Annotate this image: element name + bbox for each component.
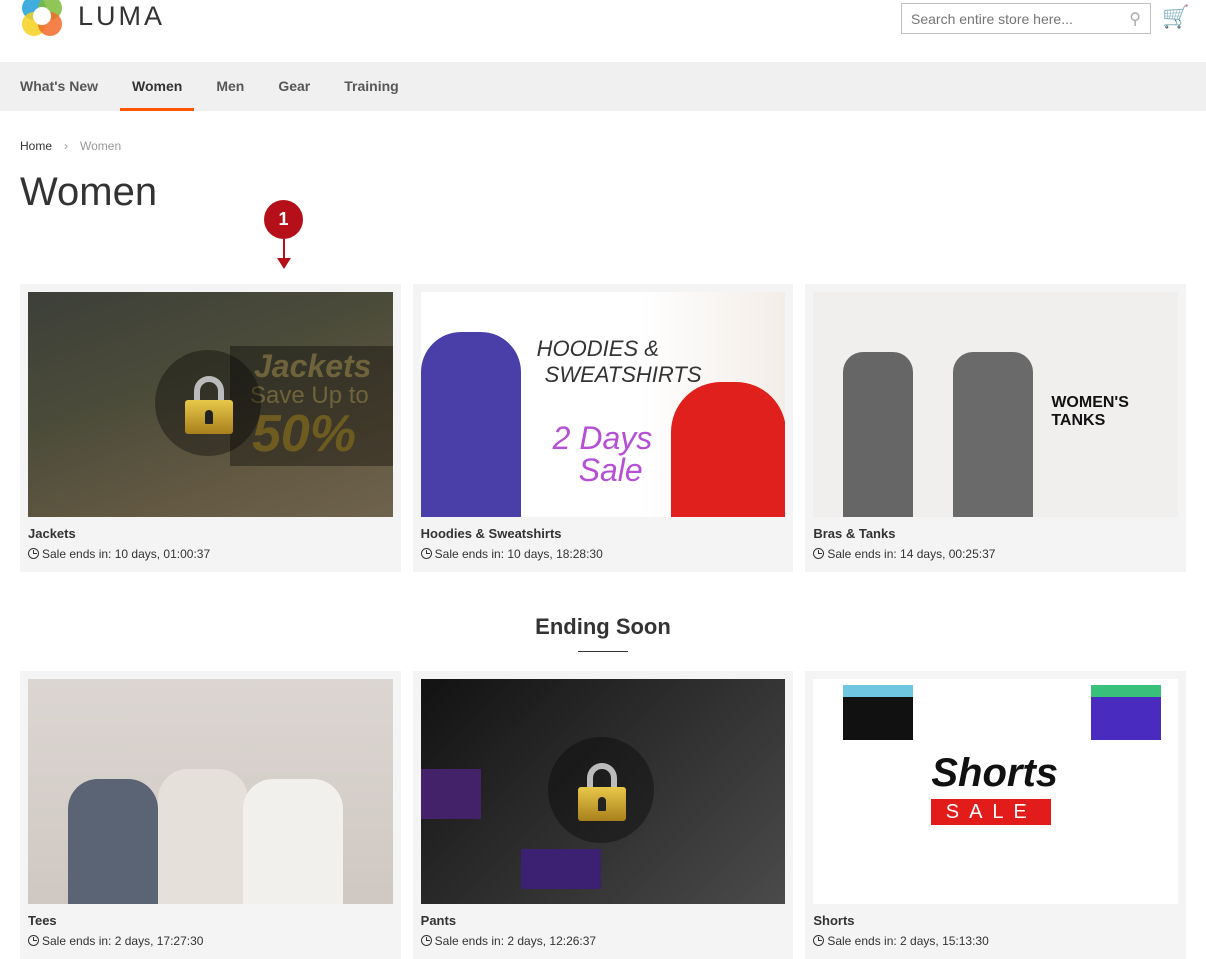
- search-input[interactable]: [911, 10, 1130, 27]
- sale-countdown: Sale ends in: 10 days, 18:28:30: [420, 547, 786, 561]
- chevron-right-icon: ›: [64, 139, 69, 153]
- arrow-down-icon: [277, 258, 291, 269]
- category-card-jackets[interactable]: Jackets Save Up to 50% Jackets Sale ends…: [20, 284, 401, 572]
- sale-countdown: Sale ends in: 2 days, 15:13:30: [813, 934, 1178, 948]
- cart-icon[interactable]: 🛒: [1162, 4, 1189, 30]
- lock-icon: [185, 376, 233, 434]
- clock-icon: [28, 935, 39, 946]
- nav-gear[interactable]: Gear: [261, 62, 327, 111]
- page-title: Women: [20, 170, 158, 214]
- breadcrumb-home[interactable]: Home: [20, 139, 52, 153]
- card-title[interactable]: Jackets: [28, 526, 393, 541]
- logo-text: LUMA: [78, 0, 166, 31]
- category-grid-ending-soon: Tees Sale ends in: 2 days, 17:27:30 Pant…: [20, 671, 1186, 959]
- shorts-image[interactable]: Shorts SALE: [813, 679, 1178, 904]
- jackets-image[interactable]: Jackets Save Up to 50%: [28, 292, 393, 517]
- search-box[interactable]: ⚲: [901, 3, 1151, 34]
- category-card-hoodies[interactable]: HOODIES & SWEATSHIRTS 2 Days Sale Hoodie…: [412, 284, 794, 572]
- luma-logo-icon: [20, 0, 64, 38]
- clock-icon: [813, 548, 825, 559]
- sale-countdown: Sale ends in: 2 days, 17:27:30: [28, 934, 393, 948]
- nav-women[interactable]: Women: [115, 62, 199, 111]
- clock-icon: [28, 548, 39, 559]
- logo[interactable]: LUMA: [20, 0, 165, 38]
- clock-icon: [420, 935, 432, 946]
- card-title[interactable]: Pants: [421, 913, 786, 928]
- clock-icon: [420, 548, 432, 559]
- sale-countdown: Sale ends in: 10 days, 01:00:37: [28, 547, 393, 561]
- tees-image[interactable]: [28, 679, 393, 904]
- bras-tanks-image[interactable]: WOMEN'S TANKS: [813, 292, 1178, 517]
- card-title[interactable]: Bras & Tanks: [813, 526, 1178, 541]
- section-divider: [578, 651, 628, 652]
- card-title[interactable]: Hoodies & Sweatshirts: [421, 526, 786, 541]
- clock-icon: [813, 935, 825, 946]
- nav-men[interactable]: Men: [199, 62, 261, 111]
- card-title[interactable]: Tees: [28, 913, 393, 928]
- sale-countdown: Sale ends in: 2 days, 12:26:37: [420, 934, 786, 948]
- hoodies-image[interactable]: HOODIES & SWEATSHIRTS 2 Days Sale: [420, 292, 786, 517]
- search-icon[interactable]: ⚲: [1129, 9, 1141, 29]
- nav-whats-new[interactable]: What's New: [20, 62, 115, 111]
- breadcrumb: Home › Women: [20, 139, 121, 153]
- category-card-bras-tanks[interactable]: WOMEN'S TANKS Bras & Tanks Sale ends in:…: [805, 284, 1186, 572]
- card-title[interactable]: Shorts: [813, 913, 1178, 928]
- category-grid-top: Jackets Save Up to 50% Jackets Sale ends…: [20, 284, 1186, 572]
- category-card-tees[interactable]: Tees Sale ends in: 2 days, 17:27:30: [20, 671, 401, 959]
- pants-image[interactable]: [420, 679, 786, 904]
- lock-icon: [577, 763, 626, 821]
- nav-training[interactable]: Training: [327, 62, 415, 111]
- category-card-shorts[interactable]: Shorts SALE Shorts Sale ends in: 2 days,…: [805, 671, 1186, 959]
- category-card-pants[interactable]: Pants Sale ends in: 2 days, 12:26:37: [412, 671, 794, 959]
- section-title: Ending Soon: [535, 614, 671, 639]
- breadcrumb-current: Women: [80, 139, 122, 153]
- sale-countdown: Sale ends in: 14 days, 00:25:37: [813, 547, 1178, 561]
- main-nav: What's New Women Men Gear Training: [0, 62, 1206, 111]
- annotation-marker: 1: [264, 200, 303, 239]
